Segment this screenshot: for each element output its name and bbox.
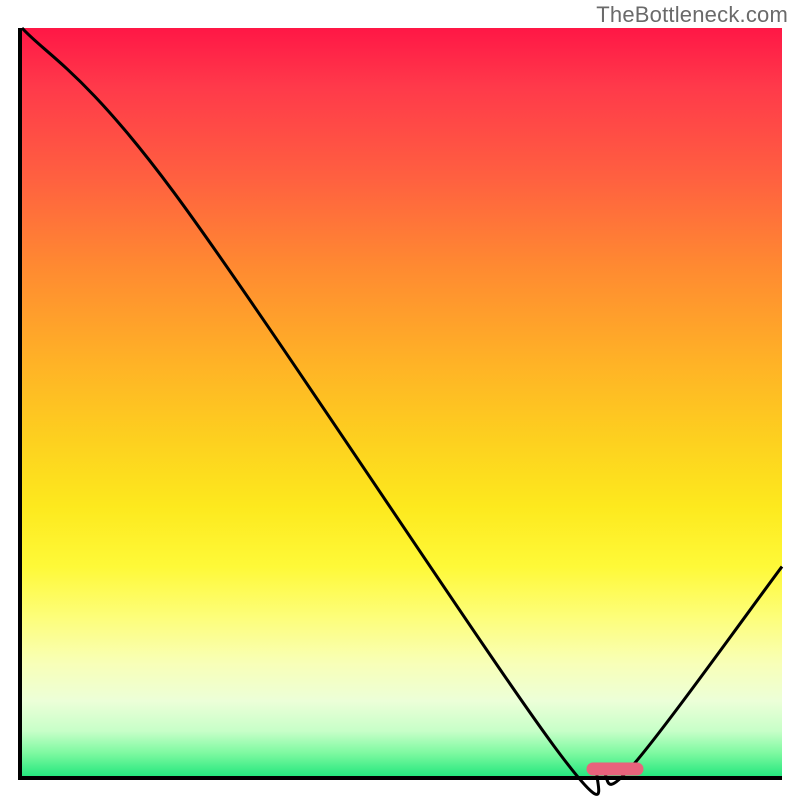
watermark-text: TheBottleneck.com — [596, 2, 788, 28]
curve-path — [22, 28, 782, 794]
bottleneck-curve — [22, 28, 782, 776]
plot-area — [18, 28, 782, 780]
optimal-marker-pill — [586, 762, 643, 775]
